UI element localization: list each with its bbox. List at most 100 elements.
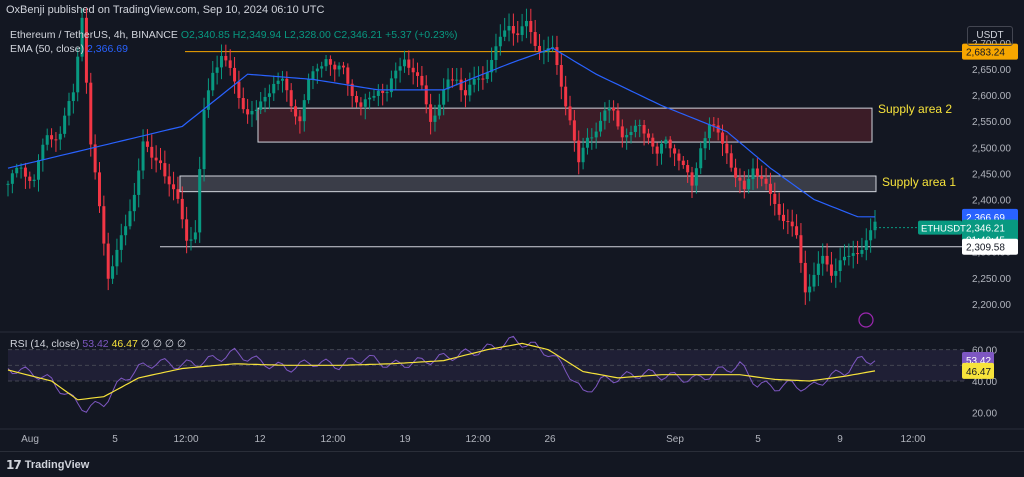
candle-body — [23, 167, 27, 177]
candle-body — [738, 177, 742, 181]
candle-body — [507, 26, 511, 31]
candle-body — [529, 20, 533, 33]
candle-body — [111, 266, 115, 279]
candle-body — [150, 146, 154, 158]
candle-body — [843, 256, 847, 261]
support-price-label: 2,309.58 — [966, 243, 1005, 254]
rsi-legend: RSI (14, close) 53.42 46.47 ∅ ∅ ∅ ∅ — [10, 338, 186, 350]
candle-body — [603, 110, 607, 121]
candle-body — [376, 90, 380, 96]
candle-body — [581, 147, 585, 163]
candle-body — [442, 89, 446, 105]
candle-body — [311, 71, 315, 80]
candle-body — [346, 67, 350, 84]
candle-body — [786, 221, 790, 223]
time-tick-label: Sep — [666, 434, 684, 445]
candle-body — [411, 67, 415, 73]
candle-body — [407, 59, 411, 68]
candle-body — [429, 104, 433, 122]
candle-body — [559, 65, 563, 87]
price-tick-label: 2,450.00 — [972, 169, 1011, 180]
candle-body — [494, 46, 498, 60]
candle-body — [6, 183, 10, 185]
candle-body — [838, 260, 842, 272]
candle-body — [834, 271, 838, 276]
candle-body — [337, 65, 341, 70]
candle-body — [45, 135, 49, 145]
candle-body — [15, 167, 19, 174]
candle-body — [54, 139, 58, 141]
candle-body — [760, 176, 764, 179]
candle-body — [524, 20, 528, 27]
candle-body — [847, 255, 851, 257]
candle-body — [729, 153, 733, 168]
candle-body — [145, 141, 149, 147]
rsi-label: RSI (14, close) — [10, 338, 80, 350]
tradingview-logo[interactable]: 17 TradingView — [6, 458, 89, 472]
candle-body — [712, 124, 716, 126]
candle-body — [294, 106, 298, 117]
candle-body — [642, 125, 646, 134]
time-tick-label: Aug — [21, 434, 39, 445]
candle-body — [768, 183, 772, 194]
candle-body — [651, 137, 655, 147]
candle-body — [302, 100, 306, 122]
candle-body — [416, 72, 420, 76]
price-tick-label: 2,250.00 — [972, 274, 1011, 285]
price-chart[interactable]: Supply area 2 Supply area 1 2,200.00 2,250.… — [0, 0, 1024, 476]
supply-zone-label: Supply area 2 — [878, 102, 952, 116]
candle-body — [873, 221, 877, 231]
candle-body — [372, 95, 376, 98]
candle-body — [106, 243, 110, 279]
rsi-tick-label: 20.00 — [972, 408, 997, 419]
candle-body — [599, 120, 603, 132]
candle-body — [590, 137, 594, 139]
currency-button[interactable]: USDT — [967, 26, 1013, 46]
candle-body — [237, 81, 241, 99]
rsi-ma-value-label: 46.47 — [966, 367, 991, 378]
candle-body — [655, 146, 659, 154]
time-tick-label: 19 — [399, 434, 411, 445]
resistance-price-label: 2,683.24 — [966, 48, 1005, 59]
candle-body — [167, 176, 171, 185]
candle-body — [869, 230, 873, 241]
candle-body — [742, 180, 746, 190]
ema-value: 2,366.69 — [87, 43, 128, 55]
supply-zone — [257, 107, 873, 143]
candle-body — [638, 125, 642, 127]
candle-body — [799, 235, 803, 263]
candle-body — [124, 226, 128, 236]
candle-body — [128, 211, 132, 227]
rsi-legend-extra: ∅ ∅ ∅ ∅ — [140, 338, 187, 350]
time-tick-label: 12:00 — [173, 434, 198, 445]
chart-legend: Ethereum / TetherUS, 4h, BINANCE O2,340.… — [10, 28, 458, 56]
candle-body — [424, 85, 428, 105]
candle-body — [455, 79, 459, 81]
last-price-label: 2,346.21 — [966, 224, 1005, 235]
time-tick-label: 12 — [254, 434, 266, 445]
time-tick-label: 12:00 — [900, 434, 925, 445]
candle-body — [280, 78, 284, 81]
candle-body — [254, 109, 258, 111]
candle-body — [664, 139, 668, 144]
candle-body — [520, 26, 524, 35]
candle-body — [790, 221, 794, 227]
tradingview-brand: TradingView — [24, 459, 90, 471]
candle-body — [402, 59, 406, 67]
candle-body — [856, 253, 860, 255]
candle-body — [516, 33, 520, 35]
candle-body — [646, 133, 650, 138]
candle-body — [63, 115, 67, 134]
candle-body — [381, 90, 385, 93]
candle-body — [263, 96, 267, 102]
time-tick-label: 26 — [544, 434, 556, 445]
candle-body — [751, 168, 755, 180]
candle-body — [812, 274, 816, 287]
candle-body — [398, 66, 402, 71]
candle-body — [420, 75, 424, 86]
candle-body — [816, 263, 820, 275]
price-tick-label: 2,400.00 — [972, 195, 1011, 206]
candle-body — [825, 255, 829, 265]
candle-body — [463, 90, 467, 96]
candle-body — [10, 173, 14, 184]
